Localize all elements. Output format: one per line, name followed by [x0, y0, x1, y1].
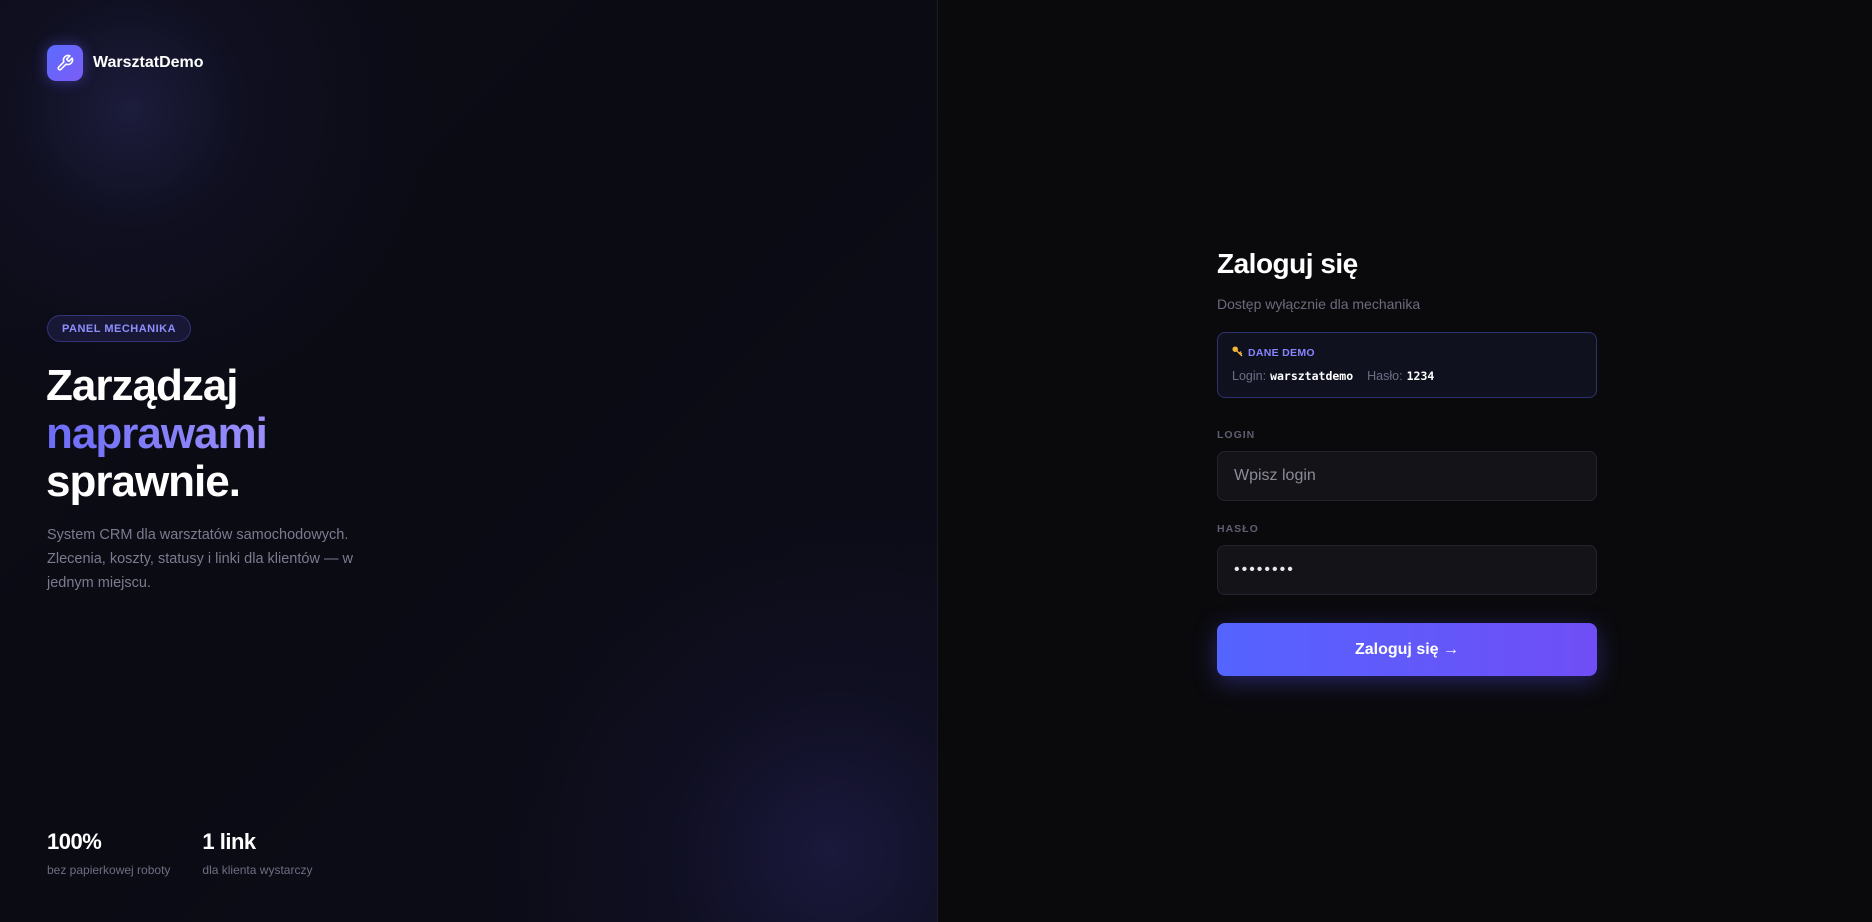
- headline-line-1: Zarządzaj: [46, 361, 239, 410]
- login-title: Zaloguj się: [1217, 248, 1358, 279]
- login-subtitle: Dostęp wyłącznie dla mechanika: [1217, 296, 1421, 312]
- demo-login-value: warsztatdemo: [1270, 369, 1354, 383]
- stat-value: 1 link: [202, 829, 256, 854]
- demo-login-label: Login:: [1232, 369, 1267, 383]
- stat-label: dla klienta wystarczy: [202, 863, 313, 877]
- login-input[interactable]: [1217, 451, 1597, 501]
- demo-heading: DANE DEMO: [1232, 346, 1582, 360]
- key-icon: [1232, 346, 1243, 360]
- login-panel: Zaloguj się Dostęp wyłącznie dla mechani…: [938, 0, 1872, 922]
- demo-password-label: Hasło:: [1367, 369, 1403, 383]
- stat-label: bez papierkowej roboty: [47, 863, 171, 877]
- demo-credentials: DANE DEMO Login: warsztatdemo Hasło: 123…: [1217, 332, 1597, 398]
- hero-headline: Zarządzaj naprawami sprawnie.: [46, 361, 268, 506]
- panel-badge: PANEL MECHANIKA: [47, 315, 192, 342]
- stats: 100% bez papierkowej roboty 1 link dla k…: [47, 829, 312, 877]
- demo-credentials-line: Login: warsztatdemo Hasło: 1234: [1232, 369, 1582, 383]
- login-field-label: LOGIN: [1217, 429, 1256, 441]
- stat-value: 100%: [47, 829, 102, 854]
- hero-panel: WarsztatDemo PANEL MECHANIKA Zarządzaj n…: [0, 0, 938, 922]
- demo-password-value: 1234: [1406, 369, 1435, 383]
- password-input[interactable]: [1217, 545, 1597, 595]
- password-field-label: HASŁO: [1217, 523, 1259, 535]
- login-form: Zaloguj się Dostęp wyłącznie dla mechani…: [1217, 248, 1597, 676]
- stat-item: 100% bez papierkowej roboty: [47, 829, 170, 877]
- login-button[interactable]: Zaloguj się →: [1217, 623, 1597, 676]
- brand[interactable]: WarsztatDemo: [47, 45, 204, 81]
- brand-name: WarsztatDemo: [93, 54, 204, 71]
- headline-line-3: sprawnie.: [46, 457, 241, 506]
- demo-heading-text: DANE DEMO: [1248, 347, 1315, 359]
- login-page: WarsztatDemo PANEL MECHANIKA Zarządzaj n…: [0, 0, 1872, 922]
- stat-item: 1 link dla klienta wystarczy: [202, 829, 312, 877]
- headline-line-2: naprawami: [46, 409, 268, 458]
- wrench-icon: [47, 45, 83, 81]
- hero-description: System CRM dla warsztatów samochodowych.…: [47, 527, 353, 591]
